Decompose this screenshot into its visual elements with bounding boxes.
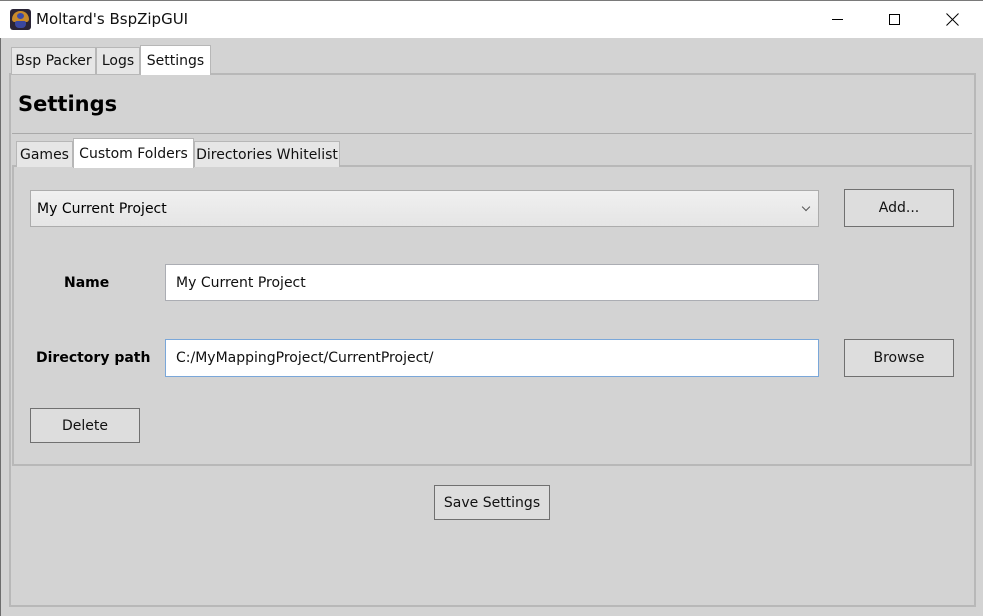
tab-logs[interactable]: Logs [96, 47, 140, 74]
delete-button[interactable]: Delete [30, 408, 140, 443]
page-title: Settings [18, 92, 118, 116]
maximize-icon [888, 14, 900, 25]
window-edge [0, 38, 1, 616]
title-bar: Moltard's BspZipGUI [0, 0, 983, 38]
directory-path-input[interactable]: C:/MyMappingProject/CurrentProject/ [165, 339, 819, 377]
tab-settings[interactable]: Settings [140, 45, 211, 75]
chevron-down-icon [801, 202, 811, 212]
close-icon [946, 13, 959, 26]
minimize-icon [831, 19, 843, 20]
selected-folder: My Current Project [37, 200, 167, 217]
add-button[interactable]: Add... [844, 189, 954, 227]
mushroom-app-icon [10, 9, 31, 30]
folder-select-dropdown[interactable]: My Current Project [30, 190, 819, 227]
name-label: Name [64, 275, 110, 291]
tab-bsp-packer[interactable]: Bsp Packer [11, 47, 96, 74]
name-input[interactable]: My Current Project [165, 264, 819, 301]
save-settings-button[interactable]: Save Settings [434, 485, 550, 520]
tab-directories-whitelist[interactable]: Directories Whitelist [194, 141, 340, 167]
browse-button[interactable]: Browse [844, 339, 954, 377]
window-title: Moltard's BspZipGUI [36, 10, 189, 28]
tab-games[interactable]: Games [16, 141, 73, 167]
minimize-button[interactable] [814, 1, 860, 38]
tab-custom-folders[interactable]: Custom Folders [73, 138, 194, 168]
close-button[interactable] [929, 1, 975, 38]
title-separator [12, 133, 972, 134]
maximize-button[interactable] [871, 1, 917, 38]
directory-path-label: Directory path [36, 350, 151, 366]
